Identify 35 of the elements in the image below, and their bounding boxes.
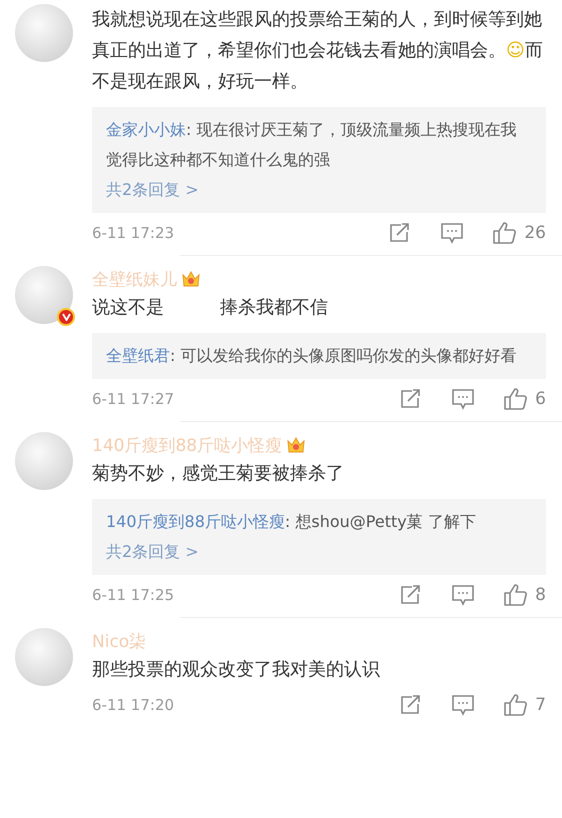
thumbs-up-icon[interactable] (504, 584, 528, 606)
like-count: 7 (535, 695, 546, 715)
comment-text: 那些投票的观众改变了我对美的认识 (92, 658, 381, 682)
share-icon[interactable] (400, 585, 422, 605)
reply-text: 140斤瘦到88斤哒小怪瘦: 想shou@Petty菓 了解下 (106, 511, 477, 533)
timestamp: 6-11 17:25 (92, 586, 176, 604)
comment-icon[interactable] (452, 694, 474, 716)
more-replies-link[interactable]: 共2条回复 > (106, 175, 532, 205)
comment-text: 菊势不妙，感觉王菊要被捧杀了 (92, 462, 345, 486)
share-icon[interactable] (400, 389, 422, 409)
like-count: 6 (535, 389, 546, 409)
more-replies-link[interactable]: 共2条回复 > (106, 537, 532, 567)
comment-icon[interactable] (452, 388, 474, 410)
user-name[interactable]: 140斤瘦到88斤哒小怪瘦 (92, 434, 282, 456)
comment-text: 说这不是 捧杀我都不信 (92, 296, 329, 320)
share-icon[interactable] (389, 223, 412, 243)
user-name[interactable]: Nico柒 (92, 630, 146, 652)
comment-icon[interactable] (452, 584, 474, 606)
comment-text: 我就想说现在这些跟风的投票给王菊的人，到时候等到她真正的出道了，希望你们也会花钱去看她的演唱会。☺而不是现在跟风，好玩一样。 (92, 8, 544, 94)
reply-text: 金家小小妹: 现在很讨厌王菊了，顶级流量频上热搜现在我觉得比这种都不知道什么鬼的强 (106, 119, 518, 171)
reply-preview[interactable]: 140斤瘦到88斤哒小怪瘦: 想shou@Petty菓 了解下 共2条回复 > (92, 499, 546, 575)
timestamp: 6-11 17:23 (92, 224, 176, 242)
like-count: 8 (535, 585, 546, 605)
user-name[interactable]: 全壁纸妹儿 (92, 268, 177, 290)
timestamp: 6-11 17:27 (92, 390, 176, 408)
reply-preview[interactable]: 金家小小妹: 现在很讨厌王菊了，顶级流量频上热搜现在我觉得比这种都不知道什么鬼的强 共2条回复 > (92, 107, 546, 213)
thumbs-up-icon[interactable] (504, 694, 528, 716)
thumbs-up-icon[interactable] (493, 222, 516, 244)
reply-preview[interactable]: 全壁纸君: 可以发给我你的头像原图吗你发的头像都好好看 (92, 333, 546, 379)
thumbs-up-icon[interactable] (504, 388, 528, 410)
share-icon[interactable] (400, 695, 422, 715)
comment-icon[interactable] (441, 222, 464, 244)
like-count: 26 (524, 223, 546, 243)
reply-text: 全壁纸君: 可以发给我你的头像原图吗你发的头像都好好看 (106, 345, 518, 367)
timestamp: 6-11 17:20 (92, 696, 176, 714)
